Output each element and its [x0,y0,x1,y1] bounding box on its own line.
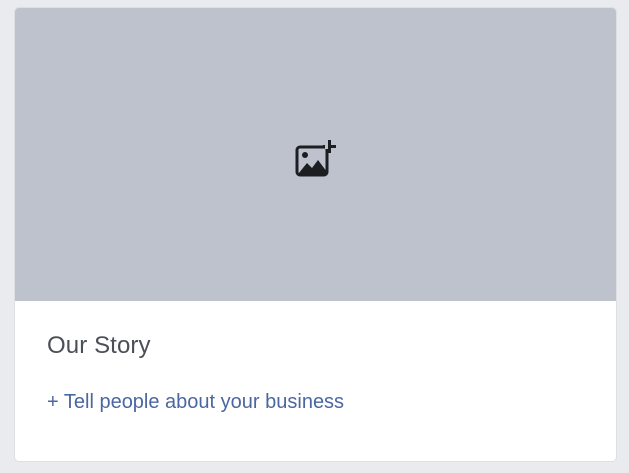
card-body: Our Story + Tell people about your busin… [15,301,616,414]
add-photo-area[interactable] [15,8,616,301]
add-photo-icon [295,139,336,176]
our-story-card: Our Story + Tell people about your busin… [15,8,616,461]
tell-about-business-link[interactable]: + Tell people about your business [47,390,344,414]
card-title: Our Story [47,332,151,359]
